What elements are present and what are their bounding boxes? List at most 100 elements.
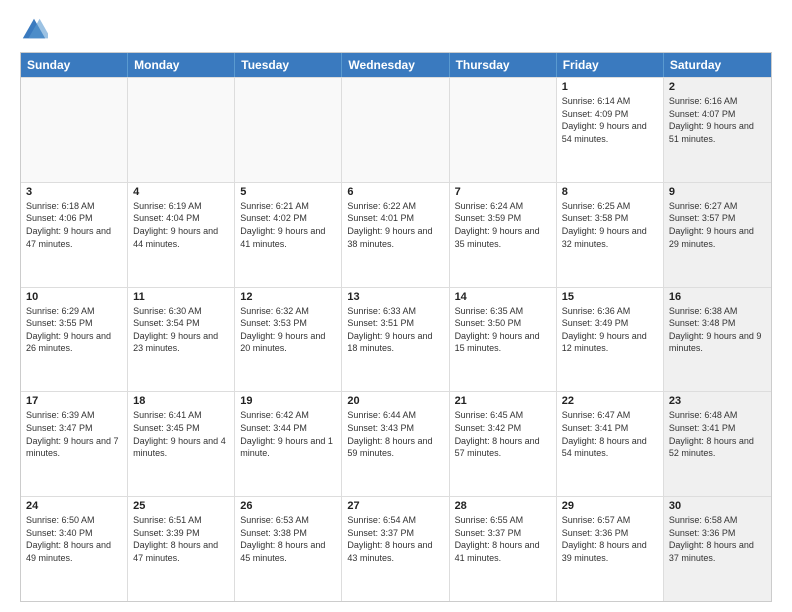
calendar-cell: 20 Sunrise: 6:44 AM Sunset: 3:43 PM Dayli… (342, 392, 449, 496)
cell-sun-info: Sunrise: 6:22 AM Sunset: 4:01 PM Dayligh… (347, 200, 443, 250)
calendar-cell: 9 Sunrise: 6:27 AM Sunset: 3:57 PM Daylig… (664, 183, 771, 287)
calendar-cell: 27 Sunrise: 6:54 AM Sunset: 3:37 PM Dayli… (342, 497, 449, 601)
calendar-row: 10 Sunrise: 6:29 AM Sunset: 3:55 PM Dayli… (21, 287, 771, 392)
cell-sun-info: Sunrise: 6:21 AM Sunset: 4:02 PM Dayligh… (240, 200, 336, 250)
calendar-cell (450, 78, 557, 182)
calendar-cell: 5 Sunrise: 6:21 AM Sunset: 4:02 PM Daylig… (235, 183, 342, 287)
calendar-cell: 3 Sunrise: 6:18 AM Sunset: 4:06 PM Daylig… (21, 183, 128, 287)
logo-icon (20, 16, 48, 44)
cell-sun-info: Sunrise: 6:50 AM Sunset: 3:40 PM Dayligh… (26, 514, 122, 564)
day-number: 17 (26, 395, 122, 407)
day-number: 9 (669, 186, 766, 198)
calendar-cell: 2 Sunrise: 6:16 AM Sunset: 4:07 PM Daylig… (664, 78, 771, 182)
calendar-cell: 11Sunrise: 6:30 AM Sunset: 3:54 PM Dayli… (128, 288, 235, 392)
calendar-cell: 6 Sunrise: 6:22 AM Sunset: 4:01 PM Daylig… (342, 183, 449, 287)
cell-sun-info: Sunrise: 6:18 AM Sunset: 4:06 PM Dayligh… (26, 200, 122, 250)
calendar-cell: 26Sunrise: 6:53 AM Sunset: 3:38 PM Dayli… (235, 497, 342, 601)
calendar: SundayMondayTuesdayWednesdayThursdayFrid… (20, 52, 772, 602)
calendar-cell (128, 78, 235, 182)
day-number: 13 (347, 291, 443, 303)
cell-sun-info: Sunrise: 6:39 AM Sunset: 3:47 PM Dayligh… (26, 409, 122, 459)
cell-sun-info: Sunrise: 6:44 AM Sunset: 3:43 PM Dayligh… (347, 409, 443, 459)
cell-sun-info: Sunrise: 6:47 AM Sunset: 3:41 PM Dayligh… (562, 409, 658, 459)
calendar-row: 1 Sunrise: 6:14 AM Sunset: 4:09 PM Daylig… (21, 77, 771, 182)
cell-sun-info: Sunrise: 6:38 AM Sunset: 3:48 PM Dayligh… (669, 305, 766, 355)
logo (20, 16, 52, 44)
calendar-cell: 21 Sunrise: 6:45 AM Sunset: 3:42 PM Dayli… (450, 392, 557, 496)
cell-sun-info: Sunrise: 6:24 AM Sunset: 3:59 PM Dayligh… (455, 200, 551, 250)
day-number: 4 (133, 186, 229, 198)
cell-sun-info: Sunrise: 6:41 AM Sunset: 3:45 PM Dayligh… (133, 409, 229, 459)
cell-sun-info: Sunrise: 6:16 AM Sunset: 4:07 PM Dayligh… (669, 95, 766, 145)
day-number: 15 (562, 291, 658, 303)
cell-sun-info: Sunrise: 6:35 AM Sunset: 3:50 PM Dayligh… (455, 305, 551, 355)
calendar-cell: 17 Sunrise: 6:39 AM Sunset: 3:47 PM Dayli… (21, 392, 128, 496)
day-number: 7 (455, 186, 551, 198)
calendar-cell (235, 78, 342, 182)
cell-sun-info: Sunrise: 6:29 AM Sunset: 3:55 PM Dayligh… (26, 305, 122, 355)
calendar-row: 17 Sunrise: 6:39 AM Sunset: 3:47 PM Dayli… (21, 391, 771, 496)
calendar-row: 3 Sunrise: 6:18 AM Sunset: 4:06 PM Daylig… (21, 182, 771, 287)
cell-sun-info: Sunrise: 6:33 AM Sunset: 3:51 PM Dayligh… (347, 305, 443, 355)
cell-sun-info: Sunrise: 6:36 AM Sunset: 3:49 PM Dayligh… (562, 305, 658, 355)
cell-sun-info: Sunrise: 6:48 AM Sunset: 3:41 PM Dayligh… (669, 409, 766, 459)
day-number: 5 (240, 186, 336, 198)
day-number: 23 (669, 395, 766, 407)
day-number: 21 (455, 395, 551, 407)
day-number: 6 (347, 186, 443, 198)
day-number: 26 (240, 500, 336, 512)
day-number: 19 (240, 395, 336, 407)
cell-sun-info: Sunrise: 6:45 AM Sunset: 3:42 PM Dayligh… (455, 409, 551, 459)
calendar-header-cell: Thursday (450, 53, 557, 77)
calendar-cell (21, 78, 128, 182)
calendar-header-cell: Sunday (21, 53, 128, 77)
header (20, 16, 772, 44)
calendar-header-row: SundayMondayTuesdayWednesdayThursdayFrid… (21, 53, 771, 77)
cell-sun-info: Sunrise: 6:51 AM Sunset: 3:39 PM Dayligh… (133, 514, 229, 564)
day-number: 8 (562, 186, 658, 198)
day-number: 14 (455, 291, 551, 303)
calendar-body: 1 Sunrise: 6:14 AM Sunset: 4:09 PM Daylig… (21, 77, 771, 601)
cell-sun-info: Sunrise: 6:19 AM Sunset: 4:04 PM Dayligh… (133, 200, 229, 250)
calendar-cell: 28 Sunrise: 6:55 AM Sunset: 3:37 PM Dayli… (450, 497, 557, 601)
day-number: 25 (133, 500, 229, 512)
day-number: 2 (669, 81, 766, 93)
day-number: 11 (133, 291, 229, 303)
calendar-cell: 1 Sunrise: 6:14 AM Sunset: 4:09 PM Daylig… (557, 78, 664, 182)
calendar-cell: 19Sunrise: 6:42 AM Sunset: 3:44 PM Dayli… (235, 392, 342, 496)
cell-sun-info: Sunrise: 6:57 AM Sunset: 3:36 PM Dayligh… (562, 514, 658, 564)
day-number: 24 (26, 500, 122, 512)
cell-sun-info: Sunrise: 6:58 AM Sunset: 3:36 PM Dayligh… (669, 514, 766, 564)
calendar-cell: 29 Sunrise: 6:57 AM Sunset: 3:36 PM Dayli… (557, 497, 664, 601)
calendar-cell: 10 Sunrise: 6:29 AM Sunset: 3:55 PM Dayli… (21, 288, 128, 392)
calendar-cell: 7 Sunrise: 6:24 AM Sunset: 3:59 PM Daylig… (450, 183, 557, 287)
day-number: 28 (455, 500, 551, 512)
day-number: 29 (562, 500, 658, 512)
day-number: 22 (562, 395, 658, 407)
calendar-cell: 13 Sunrise: 6:33 AM Sunset: 3:51 PM Dayli… (342, 288, 449, 392)
cell-sun-info: Sunrise: 6:55 AM Sunset: 3:37 PM Dayligh… (455, 514, 551, 564)
calendar-cell: 4 Sunrise: 6:19 AM Sunset: 4:04 PM Daylig… (128, 183, 235, 287)
calendar-header-cell: Saturday (664, 53, 771, 77)
day-number: 10 (26, 291, 122, 303)
cell-sun-info: Sunrise: 6:14 AM Sunset: 4:09 PM Dayligh… (562, 95, 658, 145)
day-number: 27 (347, 500, 443, 512)
day-number: 16 (669, 291, 766, 303)
day-number: 3 (26, 186, 122, 198)
calendar-cell: 18Sunrise: 6:41 AM Sunset: 3:45 PM Dayli… (128, 392, 235, 496)
cell-sun-info: Sunrise: 6:27 AM Sunset: 3:57 PM Dayligh… (669, 200, 766, 250)
day-number: 12 (240, 291, 336, 303)
day-number: 1 (562, 81, 658, 93)
page: SundayMondayTuesdayWednesdayThursdayFrid… (0, 0, 792, 612)
calendar-cell: 16 Sunrise: 6:38 AM Sunset: 3:48 PM Dayli… (664, 288, 771, 392)
day-number: 20 (347, 395, 443, 407)
calendar-cell: 24 Sunrise: 6:50 AM Sunset: 3:40 PM Dayli… (21, 497, 128, 601)
calendar-cell: 8Sunrise: 6:25 AM Sunset: 3:58 PM Daylig… (557, 183, 664, 287)
calendar-header-cell: Tuesday (235, 53, 342, 77)
calendar-cell (342, 78, 449, 182)
calendar-cell: 14 Sunrise: 6:35 AM Sunset: 3:50 PM Dayli… (450, 288, 557, 392)
calendar-header-cell: Wednesday (342, 53, 449, 77)
calendar-header-cell: Monday (128, 53, 235, 77)
calendar-cell: 30Sunrise: 6:58 AM Sunset: 3:36 PM Dayli… (664, 497, 771, 601)
cell-sun-info: Sunrise: 6:54 AM Sunset: 3:37 PM Dayligh… (347, 514, 443, 564)
